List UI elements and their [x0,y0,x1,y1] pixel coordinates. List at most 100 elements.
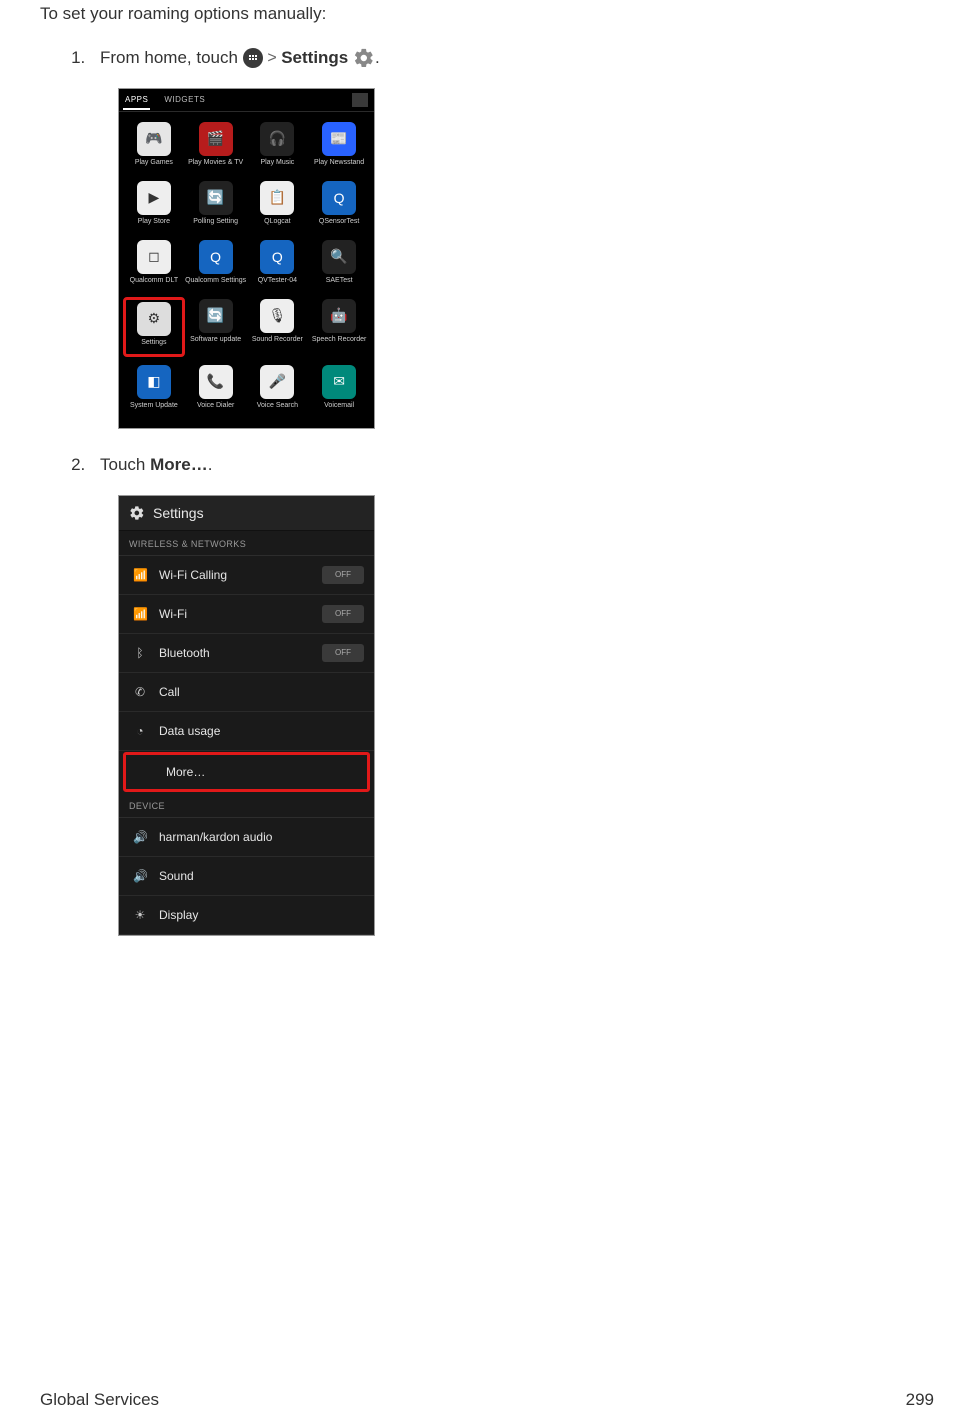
app-item[interactable]: 🎧Play Music [247,122,309,173]
page-footer: Global Services 299 [40,1390,934,1410]
shop-icon[interactable] [352,93,368,107]
app-icon: 🔄 [199,299,233,333]
app-label: Voice Search [257,402,298,416]
app-icon: 📋 [260,181,294,215]
tab-apps[interactable]: APPS [125,95,148,104]
app-label: QLogcat [264,218,290,232]
step2-suffix: . [208,455,213,474]
app-item[interactable]: 🎮 Play Games [123,122,185,173]
app-label: Software update [190,336,241,350]
app-item[interactable]: 🤖 Speech Recorder [308,299,370,357]
app-label: Play Games [135,159,173,173]
row-icon: 🔊 [133,830,147,844]
section-device: DEVICE [119,793,374,818]
app-icon: Q [199,240,233,274]
row-label: Display [159,908,198,922]
footer-page-number: 299 [906,1390,934,1410]
app-item[interactable]: Q QVTester-04 [247,240,309,291]
settings-row[interactable]: ᛒ Bluetooth OFF [119,634,374,673]
settings-row[interactable]: 🔊 harman/kardon audio [119,818,374,857]
app-label: Play Store [138,218,170,232]
step1-settings-label: Settings [281,48,348,67]
section-wireless: WIRELESS & NETWORKS [119,531,374,556]
app-label: Qualcomm Settings [185,277,246,291]
app-icon: 🎙 [260,299,294,333]
app-item[interactable]: ✉ Voicemail [308,365,370,416]
chevron-right-icon: > [267,49,281,66]
app-icon: ▶ [137,181,171,215]
settings-header: Settings [119,496,374,531]
row-icon: 📶 [133,568,147,582]
app-item[interactable]: 🎙 Sound Recorder [247,299,309,357]
gear-icon [129,505,145,521]
row-label: Wi-Fi [159,607,187,621]
app-label: System Update [130,402,178,416]
app-icon: 📰 [322,122,356,156]
apps-icon [243,48,263,68]
app-icon: 📞 [199,365,233,399]
app-icon: Q [260,240,294,274]
row-label: harman/kardon audio [159,830,272,844]
app-label: QVTester-04 [258,277,297,291]
app-icon: 🔍 [322,240,356,274]
app-item[interactable]: 🔄 Software update [185,299,247,357]
app-item[interactable]: 📰 Play Newsstand [308,122,370,173]
app-item[interactable]: Q QSensorTest [308,181,370,232]
row-label: Data usage [159,724,220,738]
app-item[interactable]: 🔄 Polling Setting [185,181,247,232]
step2-more-label: More… [150,455,208,474]
row-more[interactable]: More… [126,755,367,789]
app-icon: 🎤 [260,365,294,399]
row-icon: ◔ [133,724,147,738]
app-label: Voice Dialer [197,402,234,416]
app-label: QSensorTest [319,218,359,232]
settings-row[interactable]: ☀Display [119,896,374,935]
settings-title: Settings [153,505,204,521]
row-label: Sound [159,869,194,883]
app-item[interactable]: ▶ Play Store [123,181,185,232]
footer-section: Global Services [40,1390,159,1410]
row-icon: 📶 [133,607,147,621]
app-item[interactable]: ◧ System Update [123,365,185,416]
step2-prefix: Touch [100,455,150,474]
step-1: From home, touch > Settings . APPS WIDGE… [90,46,934,429]
row-icon: 🔊 [133,869,147,883]
app-item[interactable]: ◻Qualcomm DLT [123,240,185,291]
app-item[interactable]: ⚙Settings [123,297,185,357]
row-icon: ᛒ [133,646,147,660]
app-label: SAETest [326,277,353,291]
app-icon: 🤖 [322,299,356,333]
settings-row[interactable]: ✆Call [119,673,374,712]
app-label: Play Newsstand [314,159,364,173]
app-icon: Q [322,181,356,215]
app-icon: ✉ [322,365,356,399]
app-icon: ◧ [137,365,171,399]
app-item[interactable]: 🎤 Voice Search [247,365,309,416]
settings-row[interactable]: 🔊 Sound [119,857,374,896]
app-item[interactable]: 🔍 SAETest [308,240,370,291]
app-label: Play Movies & TV [188,159,243,173]
settings-row[interactable]: 📶 Wi-Fi OFF [119,595,374,634]
row-label: Bluetooth [159,646,210,660]
toggle-off[interactable]: OFF [322,566,364,584]
app-label: Speech Recorder [312,336,366,350]
app-icon: 🎮 [137,122,171,156]
app-item[interactable]: 🎬Play Movies & TV [185,122,247,173]
app-item[interactable]: Q Qualcomm Settings [185,240,247,291]
step-2: Touch More…. Settings WIRELESS & NETWORK… [90,453,934,936]
settings-row[interactable]: ◔ Data usage [119,712,374,751]
screenshot-app-drawer: APPS WIDGETS 🎮 Play Games 🎬Play Movies & T… [118,88,375,429]
toggle-off[interactable]: OFF [322,605,364,623]
app-item[interactable]: 📋 QLogcat [247,181,309,232]
app-label: Polling Setting [193,218,238,232]
app-icon: ⚙ [137,302,171,336]
app-icon: 🎧 [260,122,294,156]
row-label-more: More… [166,765,205,779]
toggle-off[interactable]: OFF [322,644,364,662]
app-label: Sound Recorder [252,336,303,350]
app-item[interactable]: 📞 Voice Dialer [185,365,247,416]
settings-row[interactable]: 📶Wi-Fi CallingOFF [119,556,374,595]
app-icon: 🔄 [199,181,233,215]
tab-widgets[interactable]: WIDGETS [164,95,205,104]
app-label: Voicemail [324,402,354,416]
